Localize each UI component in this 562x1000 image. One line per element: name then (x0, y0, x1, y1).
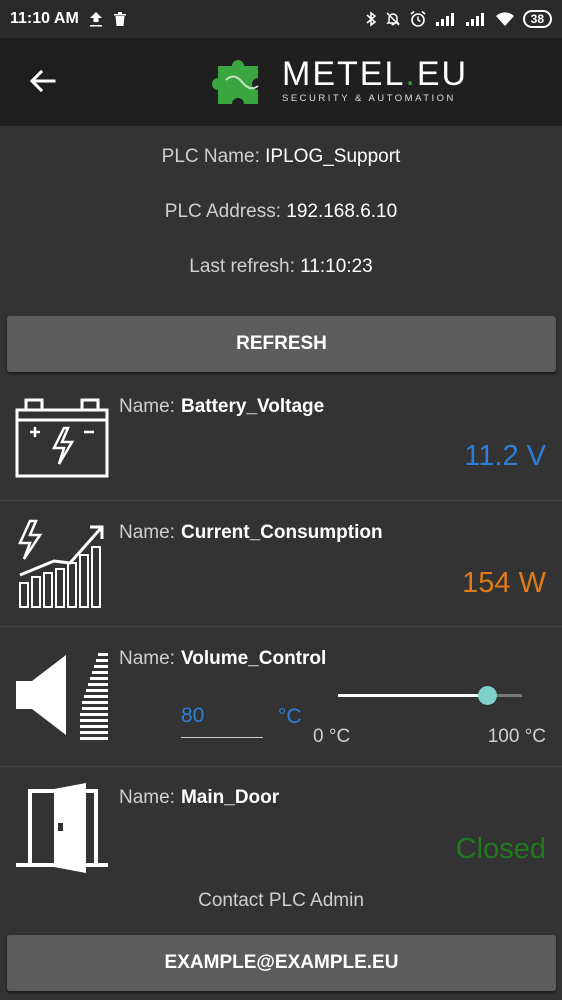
battery-icon (15, 398, 109, 478)
refresh-button[interactable]: REFRESH (7, 316, 556, 372)
signal-icon (435, 13, 454, 26)
logo-title: METEL.EU (282, 54, 469, 93)
item-name: Name: Volume_Control (119, 648, 327, 669)
list-item[interactable]: Name: Battery_Voltage 11.2 V (0, 374, 562, 501)
signal-icon (465, 13, 484, 26)
status-time: 11:10 AM (10, 10, 79, 27)
item-name: Name: Main_Door (119, 787, 280, 808)
power-chart-icon (18, 519, 104, 608)
last-refresh: Last refresh: 11:10:23 (189, 256, 373, 277)
app-bar: METEL.EU SECURITY & AUTOMATION (0, 38, 562, 126)
email-admin-button[interactable]: EXAMPLE@EXAMPLE.EU (7, 935, 556, 991)
slider-thumb[interactable] (477, 686, 497, 705)
slider-fill (338, 694, 486, 697)
volume-unit: °C (278, 705, 302, 728)
status-bar: 11:10 AM 38 (0, 0, 562, 38)
puzzle-logo-icon (212, 60, 259, 104)
upload-icon (89, 12, 102, 27)
item-name: Name: Battery_Voltage (119, 396, 325, 417)
battery-indicator: 38 (522, 10, 552, 28)
volume-slider[interactable] (338, 686, 522, 706)
logo-subtitle: SECURITY & AUTOMATION (282, 92, 456, 104)
item-value: Closed (455, 833, 546, 865)
mute-bell-icon (385, 12, 400, 26)
door-icon (16, 783, 108, 873)
item-name: Name: Current_Consumption (119, 522, 383, 543)
item-value: 11.2 V (464, 440, 546, 472)
metel-logo: METEL.EU SECURITY & AUTOMATION (212, 52, 468, 108)
list-item[interactable]: Name: Main_Door Closed (0, 767, 562, 880)
speaker-icon (16, 653, 108, 740)
volume-value-input[interactable]: 80 (181, 704, 263, 738)
plc-address: PLC Address: 192.168.6.10 (164, 201, 398, 222)
trash-icon (113, 12, 126, 26)
list-item[interactable]: Name: Current_Consumption 154 W (0, 501, 562, 627)
slider-min-label: 0 °C (313, 726, 351, 747)
alarm-icon (410, 10, 426, 27)
back-arrow-icon[interactable] (26, 64, 60, 98)
bluetooth-icon (366, 11, 376, 27)
item-value: 154 W (462, 567, 546, 599)
plc-name: PLC Name: IPLOG_Support (161, 146, 401, 167)
wifi-icon (495, 11, 514, 26)
contact-admin-label: Contact PLC Admin (198, 890, 364, 911)
slider-max-label: 100 °C (487, 726, 546, 747)
